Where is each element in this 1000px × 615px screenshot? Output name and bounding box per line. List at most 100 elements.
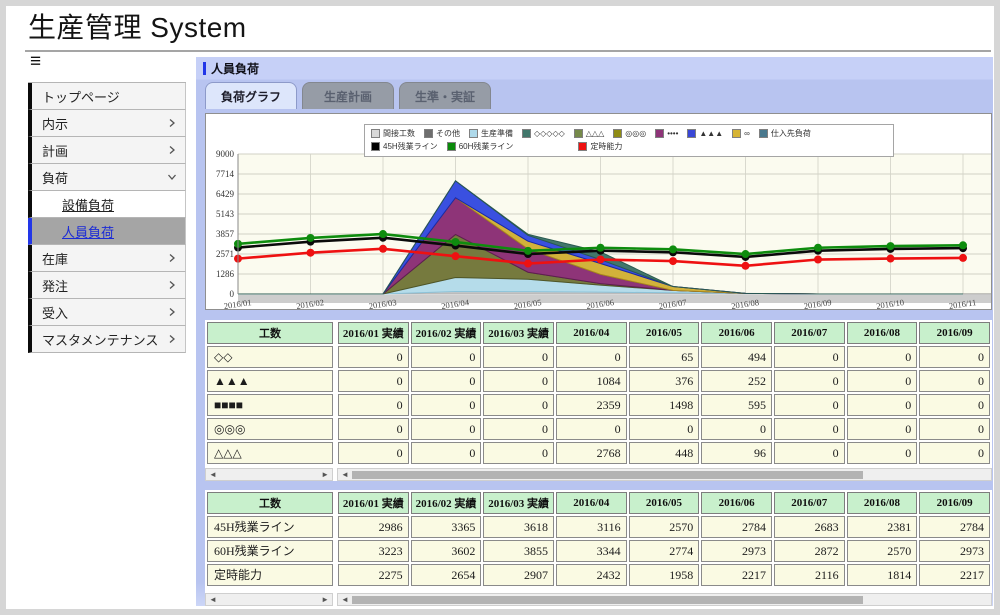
table-cell: 2654 (411, 564, 482, 586)
table-row: 0001084376252000 (338, 370, 990, 392)
data-point (814, 256, 822, 264)
table-cell: 2432 (556, 564, 627, 586)
table-row: ◇◇ (207, 346, 333, 368)
column-header: 2016/01 実績 (338, 492, 409, 514)
table-cell: 376 (629, 370, 700, 392)
data-point (742, 262, 750, 270)
legend-label: 45H残業ライン (383, 141, 438, 152)
data-point (887, 242, 895, 250)
scroll-left-icon[interactable]: ◄ (341, 596, 349, 604)
scroll-right-icon[interactable]: ► (321, 471, 329, 479)
column-header: 2016/07 (774, 492, 845, 514)
chevron-down-icon (167, 172, 177, 182)
sidebar-menu: トップページ 内示 計画 負荷 設備負荷 人員負荷 在庫 発注 受入 (28, 82, 186, 353)
chevron-right-icon (167, 145, 177, 155)
table-row: ■■■■ (207, 394, 333, 416)
table-cell: 0 (411, 346, 482, 368)
table-cell: 0 (919, 394, 990, 416)
legend-swatch (447, 142, 456, 151)
table-cell: 0 (774, 370, 845, 392)
sidebar-item-naiji[interactable]: 内示 (28, 110, 186, 137)
table-cell: 2570 (847, 540, 918, 562)
table-row: ◎◎◎ (207, 418, 333, 440)
table-row: 45H残業ライン (207, 516, 333, 538)
table-cell: 2217 (919, 564, 990, 586)
legend-swatch (574, 129, 583, 138)
legend-item: ∞ (732, 129, 750, 138)
table-cell: 0 (774, 442, 845, 464)
legend-label: △△△ (586, 129, 604, 138)
data-point (307, 234, 315, 242)
table-row: 227526542907243219582217211618142217 (338, 564, 990, 586)
sidebar-item-jinin-fuka[interactable]: 人員負荷 (28, 218, 186, 245)
data-columns-hscrollbar[interactable]: ◄ (337, 593, 992, 606)
frozen-column-table: 工数◇◇▲▲▲■■■■◎◎◎△△△ (205, 320, 335, 466)
sidebar-item-fuka[interactable]: 負荷 (28, 164, 186, 191)
row-label: △△△ (207, 442, 333, 464)
sidebar-item-hacchuu[interactable]: 発注 (28, 272, 186, 299)
tab-seijun-jisshou[interactable]: 生準・実証 (399, 82, 491, 109)
scroll-left-icon[interactable]: ◄ (209, 596, 217, 604)
sidebar-item-label: 人員負荷 (62, 222, 114, 241)
table-cell: 3116 (556, 516, 627, 538)
sidebar-item-keikaku[interactable]: 計画 (28, 137, 186, 164)
frozen-column-hscrollbar[interactable]: ◄ ► (205, 593, 333, 606)
chevron-right-icon (167, 307, 177, 317)
data-columns-table: 2016/01 実績2016/02 実績2016/03 実績2016/04201… (336, 320, 992, 466)
table-cell: 0 (483, 418, 554, 440)
table-cell: 2275 (338, 564, 409, 586)
sidebar-item-top-page[interactable]: トップページ (28, 83, 186, 110)
scroll-left-icon[interactable]: ◄ (341, 471, 349, 479)
table-cell: 0 (483, 394, 554, 416)
legend-swatch (424, 129, 433, 138)
row-label: 60H残業ライン (207, 540, 333, 562)
sidebar-item-label: 負荷 (42, 168, 68, 187)
scrollbar-thumb[interactable] (352, 596, 863, 604)
column-header: 2016/08 (847, 492, 918, 514)
table-cell: 2570 (629, 516, 700, 538)
hamburger-menu-icon[interactable]: ≡ (30, 52, 41, 71)
table-cell: 1958 (629, 564, 700, 586)
tab-bar: 負荷グラフ 生産計画 生準・実証 (205, 82, 491, 109)
data-point (307, 249, 315, 257)
column-header: 2016/02 実績 (411, 492, 482, 514)
table-cell: 2768 (556, 442, 627, 464)
scrollbar-thumb[interactable] (352, 471, 863, 479)
data-columns-hscrollbar[interactable]: ◄ (337, 468, 992, 481)
column-header: 2016/09 (919, 322, 990, 344)
table-cell: 0 (774, 346, 845, 368)
x-tick-label: 2016/01 (223, 297, 252, 309)
scroll-right-icon[interactable]: ► (321, 596, 329, 604)
column-header: 2016/04 (556, 322, 627, 344)
sidebar-item-master-maintenance[interactable]: マスタメンテナンス (28, 326, 186, 353)
sidebar-item-setsubi-fuka[interactable]: 設備負荷 (28, 191, 186, 218)
legend-item: △△△ (574, 129, 604, 138)
sidebar-item-label: マスタメンテナンス (42, 330, 158, 349)
scroll-left-icon[interactable]: ◄ (209, 471, 217, 479)
legend-item: •••• (655, 129, 678, 138)
legend-item: ◇◇◇◇◇ (522, 129, 565, 138)
table-row: 000065494000 (338, 346, 990, 368)
data-point (379, 230, 387, 238)
tab-production-plan[interactable]: 生産計画 (302, 82, 394, 109)
title-divider (25, 50, 991, 52)
column-header: 2016/06 (701, 322, 772, 344)
table-cell: 3602 (411, 540, 482, 562)
table-cell: 0 (629, 418, 700, 440)
sidebar-item-zaiko[interactable]: 在庫 (28, 245, 186, 272)
table-cell: 0 (556, 418, 627, 440)
table-cell: 2872 (774, 540, 845, 562)
frozen-column-hscrollbar[interactable]: ◄ ► (205, 468, 333, 481)
table-cell: 0 (847, 394, 918, 416)
tab-load-graph[interactable]: 負荷グラフ (205, 82, 297, 109)
data-point (524, 247, 532, 255)
man-hours-table-lower: 工数45H残業ライン60H残業ライン定時能力 2016/01 実績2016/02… (205, 490, 992, 606)
y-tick-label: 6429 (216, 189, 235, 199)
legend-item: 60H残業ライン (447, 141, 514, 152)
table-row: 298633653618311625702784268323812784 (338, 516, 990, 538)
table-cell: 0 (483, 442, 554, 464)
table-row: ▲▲▲ (207, 370, 333, 392)
table-cell: 0 (847, 418, 918, 440)
panel-header: 人員負荷 (196, 57, 993, 79)
sidebar-item-ukeire[interactable]: 受入 (28, 299, 186, 326)
